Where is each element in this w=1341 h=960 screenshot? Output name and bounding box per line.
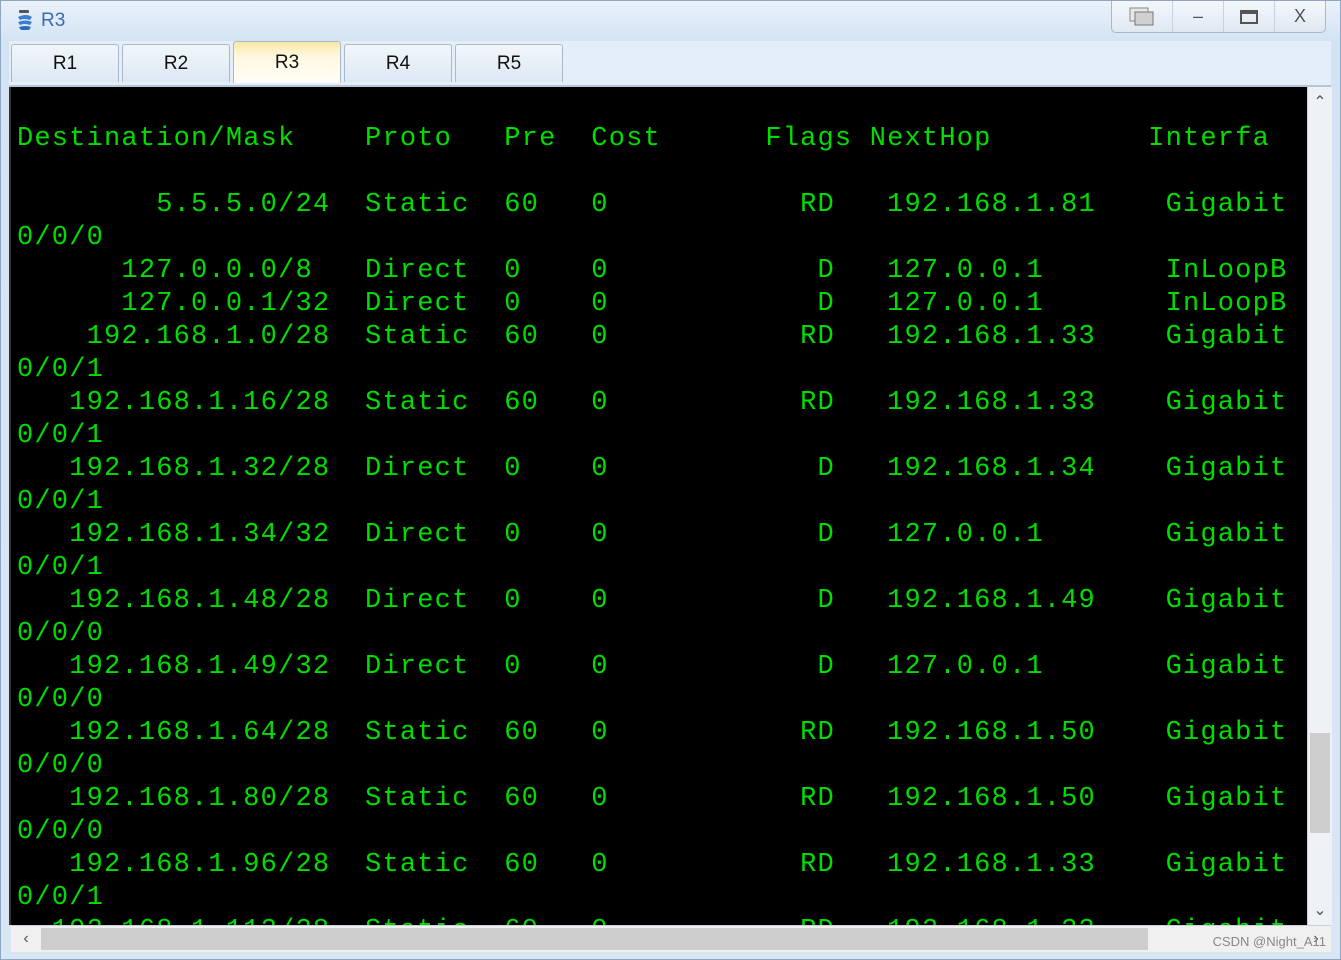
vertical-scrollbar[interactable]: ⌃ ⌄: [1307, 87, 1332, 925]
terminal-line: 192.168.1.80/28 Static 60 0 RD 192.168.1…: [17, 784, 1288, 814]
terminal-line: 192.168.1.34/32 Direct 0 0 D 127.0.0.1 G…: [17, 520, 1288, 550]
tab-label: R5: [496, 52, 522, 74]
terminal-line: Destination/Mask Proto Pre Cost Flags Ne…: [17, 124, 1270, 154]
chevron-up-icon: ⌃: [1313, 94, 1327, 111]
terminal-line: 0/0/1: [17, 355, 105, 385]
maximize-icon: [1240, 9, 1258, 24]
router-app-icon: [18, 10, 32, 30]
tab-r4[interactable]: R4: [344, 44, 452, 82]
tab-label: R2: [163, 52, 189, 74]
tab-r5[interactable]: R5: [455, 44, 563, 82]
terminal-line: 0/0/0: [17, 619, 105, 649]
terminal-line: 0/0/0: [17, 817, 105, 847]
vertical-scroll-thumb[interactable]: [1310, 733, 1330, 833]
terminal-line: 0/0/0: [17, 685, 105, 715]
chevron-left-icon: ‹: [23, 930, 29, 947]
terminal-line: 192.168.1.32/28 Direct 0 0 D 192.168.1.3…: [17, 454, 1288, 484]
maximize-button[interactable]: [1223, 1, 1274, 32]
terminal-line: 192.168.1.48/28 Direct 0 0 D 192.168.1.4…: [17, 586, 1288, 616]
terminal-line: 192.168.1.16/28 Static 60 0 RD 192.168.1…: [17, 388, 1288, 418]
terminal-line: 0/0/1: [17, 421, 105, 451]
close-button[interactable]: X: [1274, 1, 1325, 32]
terminal-line: 192.168.1.0/28 Static 60 0 RD 192.168.1.…: [17, 322, 1288, 352]
restore-windows-icon: [1129, 7, 1154, 25]
terminal-line: 192.168.1.49/32 Direct 0 0 D 127.0.0.1 G…: [17, 652, 1288, 682]
tab-label: R1: [52, 52, 78, 74]
tab-r1[interactable]: R1: [11, 44, 119, 82]
scroll-up-button[interactable]: ⌃: [1308, 87, 1332, 117]
terminal-line: 5.5.5.0/24 Static 60 0 RD 192.168.1.81 G…: [17, 190, 1288, 220]
terminal-output[interactable]: Destination/Mask Proto Pre Cost Flags Ne…: [9, 87, 1309, 925]
scroll-left-button[interactable]: ‹: [11, 926, 41, 952]
watermark: CSDN @Night_A11: [1212, 934, 1326, 949]
scroll-down-button[interactable]: ⌄: [1308, 895, 1332, 925]
close-icon: X: [1293, 6, 1306, 26]
terminal-line: 0/0/1: [17, 553, 105, 583]
title-bar[interactable]: R3 – X: [1, 1, 1340, 39]
terminal-line: 192.168.1.112/28 Static 60 0 RD 192.168.…: [17, 915, 1287, 925]
horizontal-scroll-thumb[interactable]: [41, 928, 1148, 950]
window-controls: – X: [1111, 1, 1326, 33]
minimize-icon: –: [1192, 6, 1203, 26]
terminal-line: 192.168.1.64/28 Static 60 0 RD 192.168.1…: [17, 718, 1288, 748]
chevron-down-icon: ⌄: [1313, 902, 1327, 919]
terminal-line: 0/0/0: [17, 223, 105, 253]
tab-r3[interactable]: R3: [233, 41, 341, 83]
terminal-line: 127.0.0.1/32 Direct 0 0 D 127.0.0.1 InLo…: [17, 289, 1288, 319]
terminal-line: 0/0/0: [17, 751, 105, 781]
terminal-line: 192.168.1.96/28 Static 60 0 RD 192.168.1…: [17, 850, 1288, 880]
minimize-button[interactable]: –: [1172, 1, 1223, 32]
tab-label: R4: [385, 52, 411, 74]
terminal-line: 127.0.0.0/8 Direct 0 0 D 127.0.0.1 InLoo…: [17, 256, 1288, 286]
terminal-window: R3 – X R1 R2 R3 R4 R5 Destination/Mask P…: [0, 0, 1341, 960]
tab-label: R3: [274, 51, 300, 73]
restore-windows-button[interactable]: [1112, 1, 1172, 32]
tab-r2[interactable]: R2: [122, 44, 230, 82]
window-title: R3: [41, 10, 66, 31]
horizontal-scrollbar[interactable]: ‹ ›: [11, 925, 1331, 952]
terminal-line: 0/0/1: [17, 883, 105, 913]
device-tab-bar: R1 R2 R3 R4 R5: [9, 41, 1331, 87]
terminal-line: 0/0/1: [17, 487, 105, 517]
